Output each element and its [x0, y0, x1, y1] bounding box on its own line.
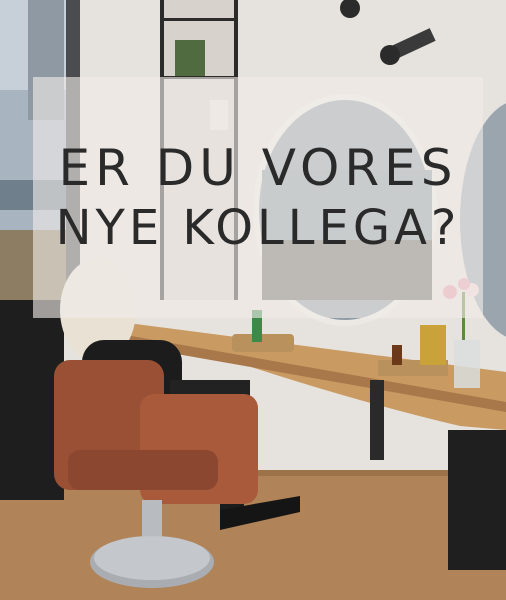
headline-line-1: ER DU VORES: [58, 138, 458, 197]
headline-line-2: NYE KOLLEGA?: [55, 199, 461, 256]
wash-unit: [448, 430, 506, 570]
tray: [232, 334, 294, 352]
headline-banner: ER DU VORES NYE KOLLEGA?: [33, 77, 483, 318]
